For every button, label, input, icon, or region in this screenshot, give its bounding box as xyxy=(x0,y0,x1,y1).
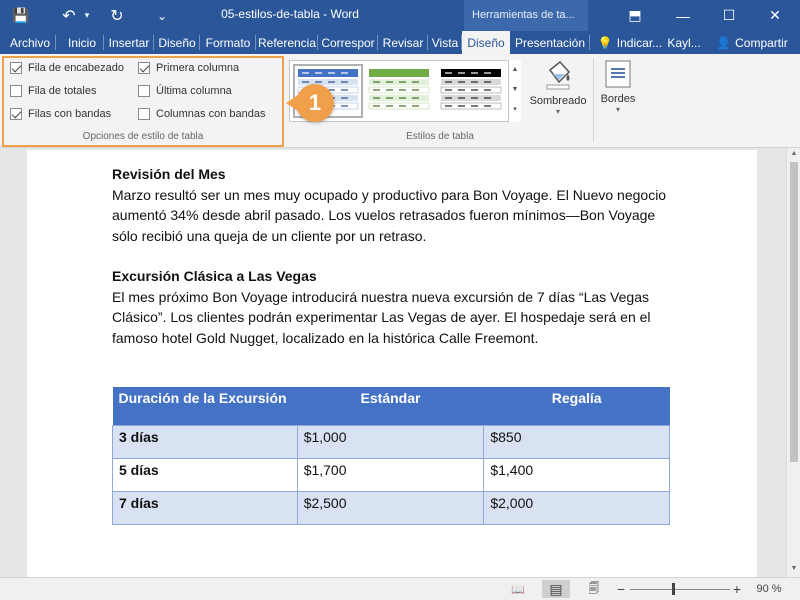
ribbon-display-icon[interactable]: ⬒ xyxy=(612,0,658,31)
zoom-slider-thumb[interactable] xyxy=(672,583,675,595)
table-cell: $1,400 xyxy=(483,457,670,492)
table-cell: $2,000 xyxy=(483,490,670,525)
share-label: Compartir xyxy=(735,35,788,50)
scroll-up-icon[interactable]: ▲ xyxy=(787,148,800,160)
shading-label: Sombreado xyxy=(529,95,587,107)
table-cell: $1,000 xyxy=(296,424,485,459)
table-cell: 5 días xyxy=(112,457,298,492)
tell-me-box[interactable]: 💡 Indicar... xyxy=(596,31,664,54)
scroll-thumb[interactable] xyxy=(790,162,798,462)
shading-button[interactable]: Sombreado ▾ xyxy=(524,58,592,116)
section-excursion: Excursión Clásica a Las Vegas El mes pró… xyxy=(112,266,672,348)
section-review: Revisión del Mes Marzo resultó ser un me… xyxy=(112,164,672,246)
tab-correspondencia[interactable]: Correspor xyxy=(318,31,378,54)
table-style-swatch-green[interactable] xyxy=(366,64,436,118)
callout-badge: 1 xyxy=(286,84,334,122)
table-row: 3 días $1,000 $850 xyxy=(112,424,670,459)
paint-bucket-icon xyxy=(546,60,571,90)
contextual-tools-label: Herramientas de ta... xyxy=(464,0,588,31)
pricing-table[interactable]: Duración de la Excursión Estándar Regalí… xyxy=(112,387,670,525)
table-cell: $1,700 xyxy=(296,457,485,492)
section-heading: Revisión del Mes xyxy=(112,166,226,182)
user-name[interactable]: Kayl... xyxy=(666,31,702,54)
table-styles-group-label: Estilos de tabla xyxy=(406,131,474,142)
tab-insertar[interactable]: Insertar xyxy=(104,31,154,54)
gallery-more-icon[interactable]: ▾ xyxy=(509,100,521,120)
section-body: El mes próximo Bon Voyage introducirá nu… xyxy=(112,288,651,346)
tab-formato[interactable]: Formato xyxy=(200,31,256,54)
table-cell: 3 días xyxy=(112,424,298,459)
gallery-down-icon[interactable]: ▼ xyxy=(509,80,521,100)
tab-presentacion[interactable]: Presentación xyxy=(510,31,590,54)
section-heading: Excursión Clásica a Las Vegas xyxy=(112,268,317,284)
table-cell: 7 días xyxy=(112,490,298,525)
vertical-scrollbar[interactable]: ▲ ▼ xyxy=(786,148,800,577)
gallery-scroll: ▲ ▼ ▾ xyxy=(508,60,521,122)
title-bar: 💾 ↶ ▾ ↻ ⌄ 05-estilos-de-tabla - Word Her… xyxy=(0,0,800,31)
table-cell: $2,500 xyxy=(296,490,485,525)
table-style-black-icon xyxy=(440,69,502,110)
tab-diseno-tabla[interactable]: Diseño xyxy=(462,31,510,54)
table-header-cell: Duración de la Excursión xyxy=(112,387,298,425)
table-cell: $850 xyxy=(483,424,670,459)
section-body: Marzo resultó ser un mes muy ocupado y p… xyxy=(112,186,667,244)
zoom-level[interactable]: 90 % xyxy=(752,580,786,598)
tab-archivo[interactable]: Archivo xyxy=(4,31,56,54)
status-bar: 📖 ▤ 🗐 − + 90 % xyxy=(0,577,800,600)
print-layout-icon[interactable]: ▤ xyxy=(542,580,570,598)
minimize-icon[interactable]: — xyxy=(660,0,706,31)
style-options-highlight xyxy=(2,56,284,147)
lightbulb-icon: 💡 xyxy=(597,35,613,50)
borders-button[interactable]: Bordes ▾ xyxy=(596,58,640,114)
close-icon[interactable]: ✕ xyxy=(752,0,798,31)
read-mode-icon[interactable]: 📖 xyxy=(506,580,530,598)
table-row: 7 días $2,500 $2,000 xyxy=(112,490,670,525)
table-style-swatch-black[interactable] xyxy=(438,64,508,118)
table-header-row: Duración de la Excursión Estándar Regalí… xyxy=(112,387,670,425)
gallery-up-icon[interactable]: ▲ xyxy=(509,60,521,80)
ribbon-tabs: Archivo Inicio Insertar Diseño Formato R… xyxy=(0,31,800,54)
maximize-icon[interactable]: ☐ xyxy=(706,0,752,31)
share-button[interactable]: 👤 Compartir xyxy=(708,31,796,54)
zoom-in-button[interactable]: + xyxy=(730,580,744,598)
borders-label: Bordes xyxy=(600,93,636,105)
borders-icon xyxy=(605,60,631,88)
table-header-cell: Estándar xyxy=(297,387,484,425)
table-style-green-icon xyxy=(368,69,430,110)
tell-me-label: Indicar... xyxy=(616,35,663,50)
share-person-icon: 👤 xyxy=(716,35,732,50)
tab-vista[interactable]: Vista xyxy=(428,31,462,54)
tab-referencias[interactable]: Referencia xyxy=(256,31,318,54)
web-layout-icon[interactable]: 🗐 xyxy=(582,580,606,598)
zoom-out-button[interactable]: − xyxy=(614,580,628,598)
scroll-down-icon[interactable]: ▼ xyxy=(787,563,800,575)
tab-revisar[interactable]: Revisar xyxy=(378,31,428,54)
tab-inicio[interactable]: Inicio xyxy=(60,31,104,54)
table-row: 5 días $1,700 $1,400 xyxy=(112,457,670,492)
table-header-cell: Regalía xyxy=(483,387,670,425)
tab-diseno[interactable]: Diseño xyxy=(154,31,200,54)
ribbon-separator xyxy=(593,58,594,142)
zoom-slider[interactable] xyxy=(630,589,730,590)
